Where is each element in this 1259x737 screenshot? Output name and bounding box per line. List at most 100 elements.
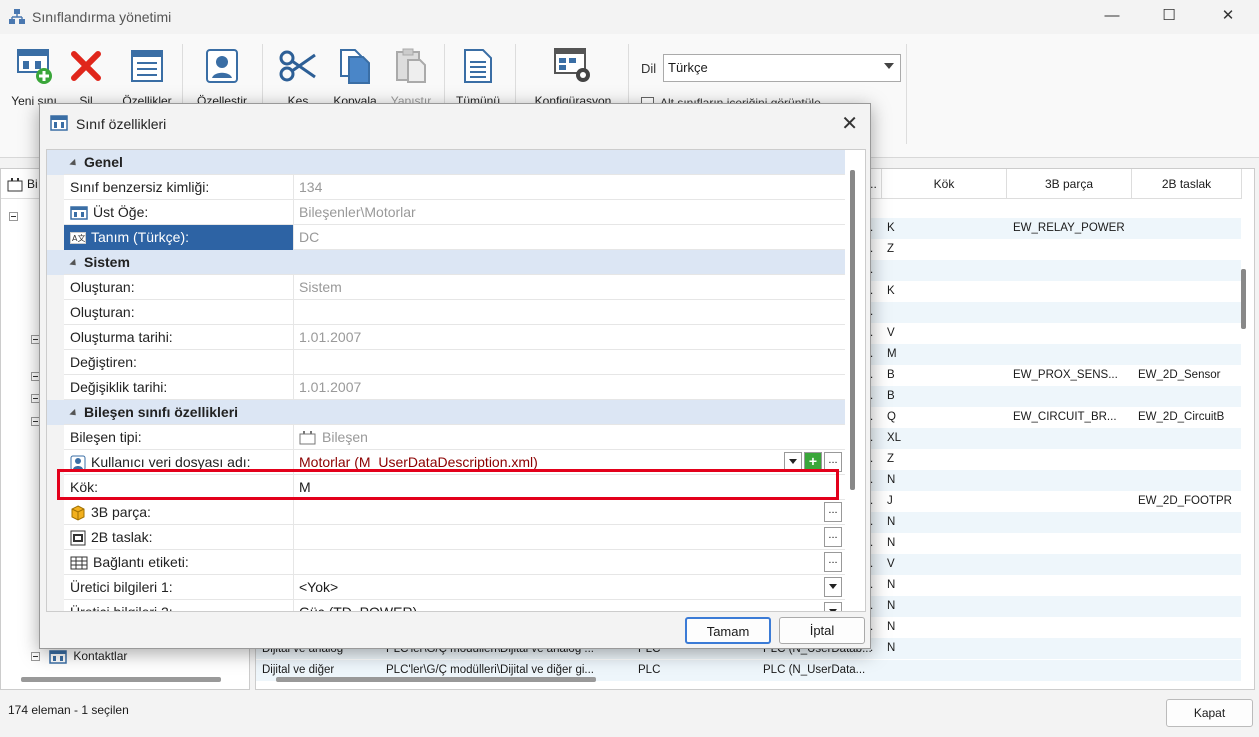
- prop-name: 2B taslak:: [91, 529, 153, 545]
- row-kok: N: [887, 621, 896, 633]
- prop-name: Bağlantı etiketi:: [93, 554, 189, 570]
- row-kok: B: [887, 369, 895, 381]
- prop-manufacturer-2[interactable]: Üretici bilgileri 2: Güç (TD_POWER): [47, 600, 845, 611]
- language-select[interactable]: Türkçe: [663, 54, 901, 82]
- prop-2d-draft[interactable]: 2B taslak: ...: [47, 525, 845, 550]
- manufacturer-1-dropdown[interactable]: [824, 577, 842, 597]
- prop-connection-label[interactable]: Bağlantı etiketi: ...: [47, 550, 845, 575]
- connection-label-icon: [70, 556, 88, 570]
- prop-name: Oluşturan:: [64, 300, 294, 325]
- cancel-button[interactable]: İptal: [779, 617, 865, 644]
- row-kok: XL: [887, 432, 902, 444]
- browse-3d-part-button[interactable]: ...: [824, 502, 842, 522]
- category-label: Sistem: [84, 254, 130, 270]
- minimize-button[interactable]: —: [1100, 6, 1124, 26]
- ok-button[interactable]: Tamam: [685, 617, 771, 644]
- tree-expand-toggle[interactable]: [9, 209, 24, 223]
- prop-manufacturer-1[interactable]: Üretici bilgileri 1: <Yok>: [47, 575, 845, 600]
- prop-value: [295, 525, 845, 550]
- close-icon[interactable]: ✕: [841, 111, 858, 136]
- prop-class-id[interactable]: Sınıf benzersiz kimliği: 134: [47, 175, 845, 200]
- prop-name: Kullanıcı veri dosyası adı:: [91, 454, 251, 470]
- prop-description[interactable]: A文 Tanım (Türkçe): DC: [47, 225, 845, 250]
- prop-name: Değiştiren:: [64, 350, 294, 375]
- new-class-button[interactable]: Yeni sını: [4, 46, 64, 108]
- prop-modified-by[interactable]: Değiştiren:: [47, 350, 845, 375]
- 2d-draft-icon: [70, 530, 86, 546]
- row-kok: M: [887, 348, 897, 360]
- close-button[interactable]: Kapat: [1166, 699, 1253, 727]
- browse-2d-draft-button[interactable]: ...: [824, 527, 842, 547]
- tree-panel-header-label: Bi: [27, 177, 38, 191]
- class-properties-dialog: Sınıf özellikleri ✕ Genel Sınıf benzersi…: [39, 103, 871, 649]
- close-window-button[interactable]: ✕: [1216, 6, 1240, 26]
- prop-value: 134: [299, 179, 323, 195]
- property-grid: Genel Sınıf benzersiz kimliği: 134 Üst Öğ…: [46, 149, 866, 612]
- configuration-button[interactable]: Konfigürasyon: [528, 46, 618, 108]
- row-kok: K: [887, 285, 895, 297]
- prop-created-by-2[interactable]: Oluşturan:: [47, 300, 845, 325]
- properties-button[interactable]: Özellikler: [117, 46, 177, 108]
- text-translation-icon: A文: [70, 232, 86, 245]
- prop-value: <Yok>: [299, 579, 339, 595]
- grid-vertical-scrollbar[interactable]: [1241, 269, 1246, 329]
- new-class-icon: [17, 49, 52, 84]
- paste-button[interactable]: Yapıştır: [381, 46, 441, 108]
- row-kok: N: [887, 579, 896, 591]
- column-header-kok[interactable]: Kök: [882, 169, 1007, 199]
- prop-name: Üretici bilgileri 2:: [64, 600, 294, 611]
- browse-connection-label-button[interactable]: ...: [824, 552, 842, 572]
- row-3d-part: EW_PROX_SENS...: [1013, 369, 1118, 381]
- row-2d-draft: EW_2D_Sensor: [1138, 369, 1221, 381]
- chevron-down-icon: [884, 63, 894, 69]
- dialog-title: Sınıf özellikleri: [76, 116, 167, 132]
- configuration-icon: [554, 48, 590, 82]
- classification-app-icon: [9, 9, 25, 24]
- prop-name: 3B parça:: [91, 504, 151, 520]
- collapse-icon: [69, 408, 79, 418]
- collapse-icon: [69, 158, 79, 168]
- prop-name: Sınıf benzersiz kimliği:: [64, 175, 294, 200]
- prop-value: [295, 350, 845, 375]
- delete-button[interactable]: Sil: [56, 46, 116, 108]
- ribbon-separator: [906, 44, 907, 144]
- row-path: PLC'ler\G/Ç modülleri\Dijital ve diğer g…: [386, 664, 594, 676]
- prop-name: Değişiklik tarihi:: [64, 375, 294, 400]
- category-genel[interactable]: Genel: [47, 150, 845, 175]
- row-2d-draft: EW_2D_CircuitB: [1138, 411, 1225, 423]
- language-value: Türkçe: [668, 60, 708, 75]
- property-grid-scrollbar[interactable]: [850, 170, 855, 490]
- prop-component-type[interactable]: Bileşen tipi: Bileşen: [47, 425, 845, 450]
- row-3d-part: EW_RELAY_POWER: [1013, 222, 1125, 234]
- grid-horizontal-scrollbar[interactable]: [276, 677, 596, 682]
- cut-button[interactable]: Kes: [268, 46, 328, 108]
- tree-horizontal-scrollbar[interactable]: [21, 677, 221, 682]
- category-sistem[interactable]: Sistem: [47, 250, 845, 275]
- window-title: Sınıflandırma yönetimi: [32, 9, 172, 25]
- component-icon: [299, 431, 316, 445]
- column-header-3d-part[interactable]: 3B parça: [1007, 169, 1132, 199]
- tree-item-kontaktlar[interactable]: Kontaktlar: [31, 649, 127, 664]
- prop-3d-part[interactable]: 3B parça: ...: [47, 500, 845, 525]
- customize-button[interactable]: Özellestir: [192, 46, 252, 108]
- manufacturer-2-dropdown[interactable]: [824, 602, 842, 611]
- category-bilesen[interactable]: Bileşen sınıfı özellikleri: [47, 400, 845, 425]
- prop-modified-date[interactable]: Değişiklik tarihi: 1.01.2007: [47, 375, 845, 400]
- prop-created-date[interactable]: Oluşturma tarihi: 1.01.2007: [47, 325, 845, 350]
- maximize-button[interactable]: ☐: [1157, 6, 1181, 26]
- prop-name: Tanım (Türkçe):: [91, 229, 190, 245]
- prop-value: 1.01.2007: [299, 329, 362, 345]
- prop-name: Bileşen tipi:: [64, 425, 294, 450]
- row-kok: Q: [887, 411, 896, 423]
- row-kok: N: [887, 600, 896, 612]
- prop-parent[interactable]: Üst Öğe: Bileşenler\Motorlar: [47, 200, 845, 225]
- prop-value: DC: [299, 229, 320, 245]
- delete-icon: [71, 51, 101, 81]
- column-header-2d-draft[interactable]: 2B taslak: [1132, 169, 1242, 199]
- row-kok: Z: [887, 243, 895, 255]
- svg-text:A文: A文: [72, 233, 85, 243]
- prop-created-by[interactable]: Oluşturan: Sistem: [47, 275, 845, 300]
- copy-button[interactable]: Kopyala: [325, 46, 385, 108]
- collapse-icon: [69, 258, 79, 268]
- select-all-button[interactable]: Tümünü: [448, 46, 508, 108]
